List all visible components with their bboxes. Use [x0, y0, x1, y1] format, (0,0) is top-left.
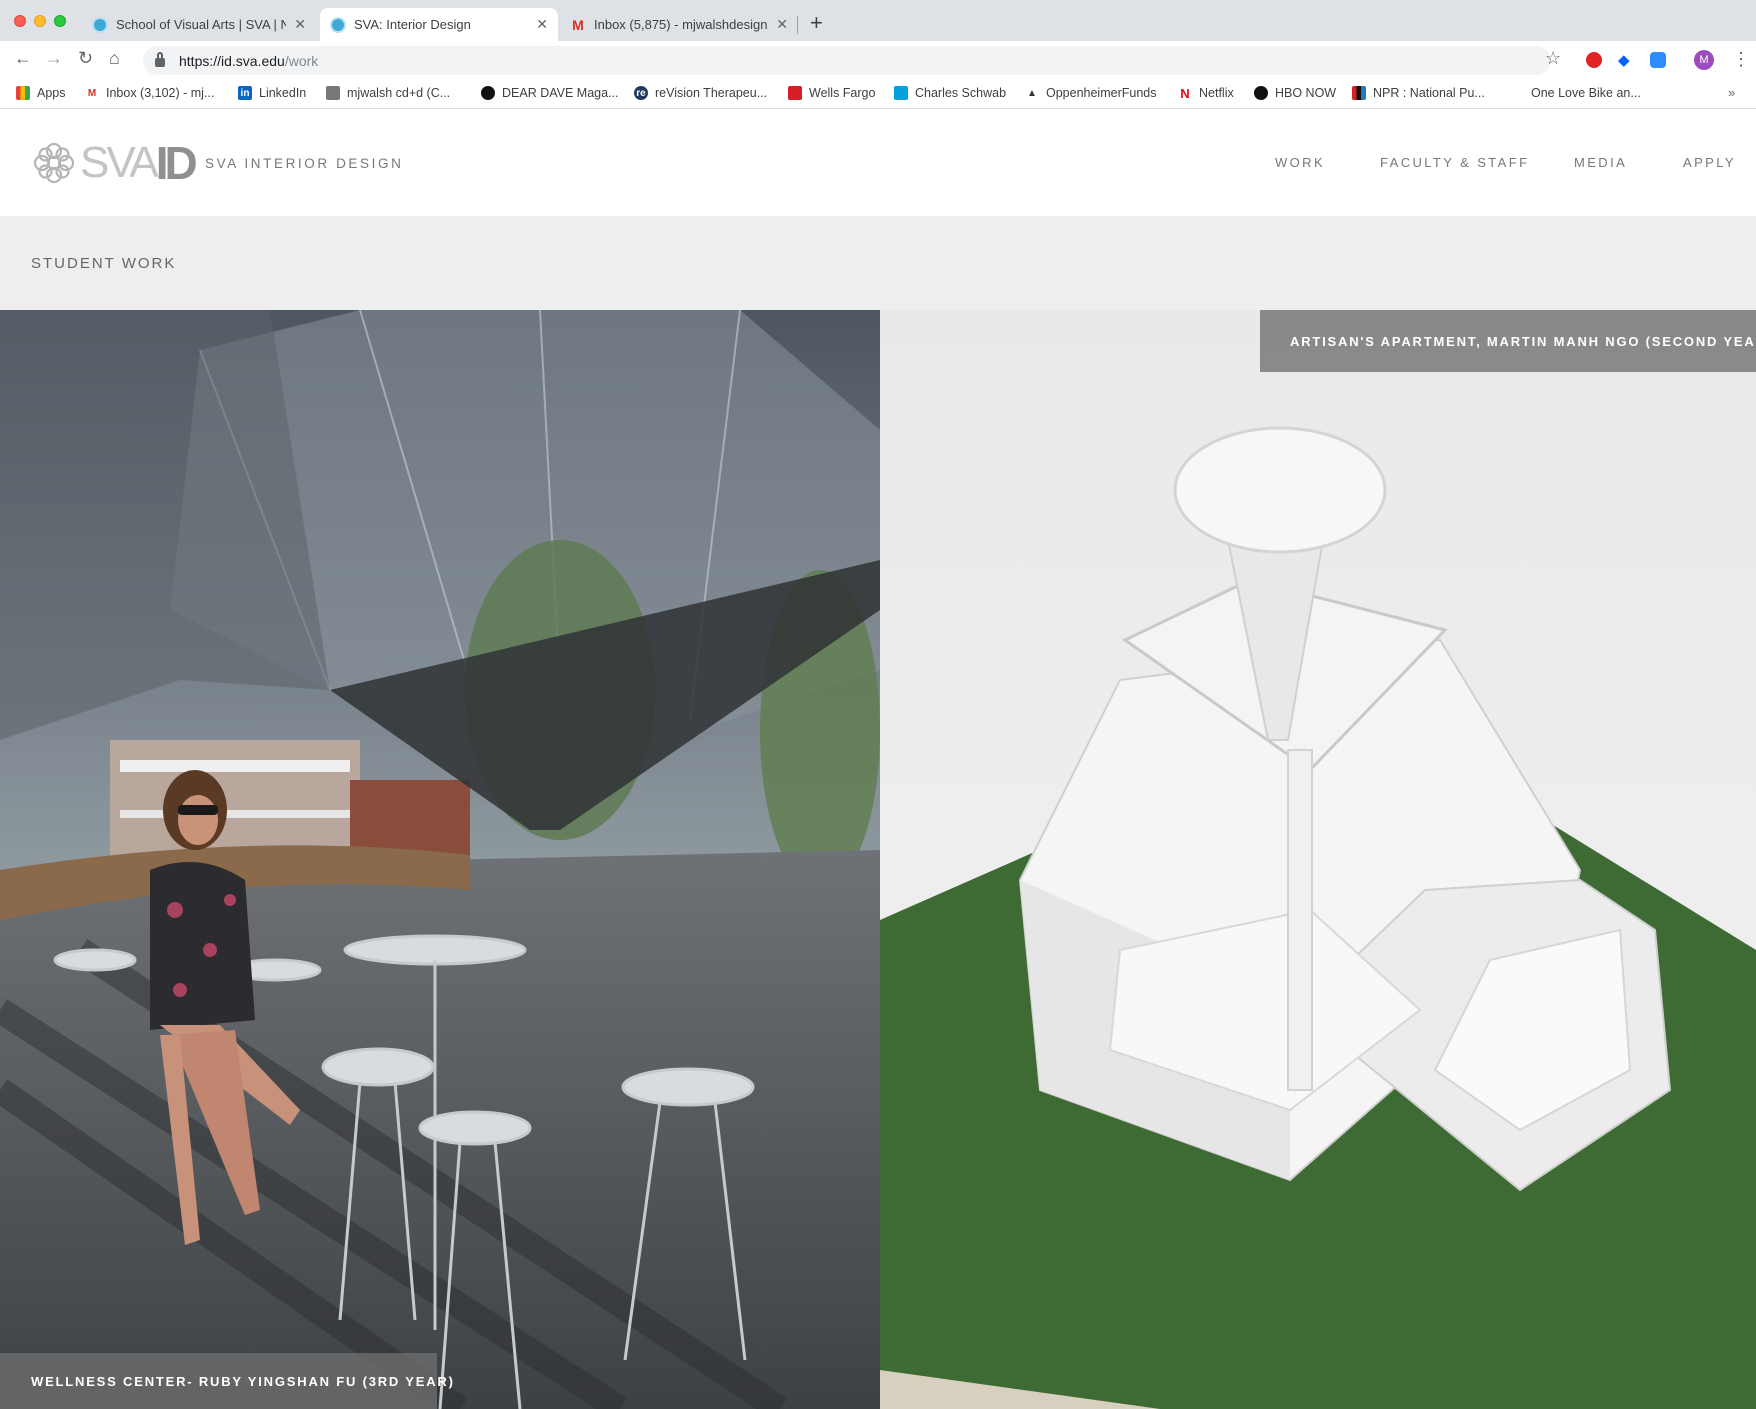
bookmark-label: Charles Schwab [915, 86, 1007, 100]
lock-icon [155, 52, 165, 67]
address-bar[interactable]: https://id.sva.edu/work [143, 46, 1551, 75]
bookmark-oppenheimer[interactable]: ▲ OppenheimerFunds [1025, 86, 1156, 100]
site-thumbnail-icon [326, 86, 340, 100]
back-arrow-icon[interactable]: ← [14, 48, 32, 69]
browser-tab-inbox[interactable]: M Inbox (5,875) - mjwalshdesign ✕ [560, 8, 798, 41]
nav-apply[interactable]: APPLY [1683, 155, 1736, 170]
home-icon[interactable]: ⌂ [109, 48, 120, 69]
artisans-apartment-model [880, 310, 1756, 1409]
bookmark-star-icon[interactable]: ☆ [1545, 48, 1561, 69]
browser-tab-interior-design[interactable]: SVA: Interior Design ✕ [320, 8, 558, 41]
bookmark-label: DEAR DAVE Maga... [502, 86, 619, 100]
bookmark-inbox[interactable]: M Inbox (3,102) - mj... [85, 86, 215, 100]
dropbox-extension-icon[interactable]: ◆ [1618, 51, 1630, 69]
bookmark-label: HBO NOW [1275, 86, 1337, 100]
bookmark-label: NPR : National Pu... [1373, 86, 1485, 100]
quote-icon [481, 86, 495, 100]
browser-menu-icon[interactable]: ⋮ [1732, 49, 1750, 70]
site-name: SVA INTERIOR DESIGN [205, 156, 404, 171]
bookmark-dear-dave[interactable]: DEAR DAVE Maga... [481, 86, 618, 100]
bookmark-label: reVision Therapeu... [655, 86, 768, 100]
bookmark-label: OppenheimerFunds [1046, 86, 1157, 100]
gmail-icon: M [87, 87, 97, 99]
close-window-button[interactable] [14, 15, 26, 27]
bookmark-wells-fargo[interactable]: Wells Fargo [788, 86, 875, 100]
reload-icon[interactable]: ↻ [78, 48, 93, 69]
forward-arrow-icon[interactable]: → [45, 48, 63, 69]
bookmark-apps[interactable]: Apps [16, 86, 66, 100]
bookmark-hbo-now[interactable]: HBO NOW [1254, 86, 1336, 100]
bookmark-label: Netflix [1199, 86, 1234, 100]
gmail-icon: M [572, 16, 584, 33]
artisans-apartment-caption: ARTISAN'S APARTMENT, MARTIN MANH NGO (SE… [1260, 310, 1756, 372]
bookmark-linkedin[interactable]: in LinkedIn [238, 86, 306, 100]
revision-icon: re [634, 86, 648, 100]
browser-toolbar: ← → ↻ ⌂ https://id.sva.edu/work ☆ ◆ M ⋮ [0, 41, 1756, 79]
bookmark-revision[interactable]: re reVision Therapeu... [634, 86, 767, 100]
bookmarks-bar: Apps M Inbox (3,102) - mj... in LinkedIn… [0, 79, 1756, 109]
zoom-extension-icon[interactable] [1650, 52, 1666, 68]
profile-avatar[interactable]: M [1694, 50, 1714, 70]
bookmark-label: LinkedIn [259, 86, 307, 100]
url-path: /work [284, 52, 319, 69]
bookmark-mjwalsh[interactable]: mjwalsh cd+d (C... [326, 86, 450, 100]
site-header: SVA ID SVA INTERIOR DESIGN WORK FACULTY … [0, 109, 1756, 216]
close-tab-icon[interactable]: ✕ [294, 16, 306, 33]
netflix-icon: N [1180, 85, 1190, 101]
bookmark-label: Apps [37, 86, 66, 100]
browser-tab-bar: School of Visual Arts | SVA | Ne ✕ SVA: … [0, 0, 1756, 41]
apps-grid-icon [16, 86, 30, 100]
bookmark-one-love[interactable]: One Love Bike an... [1531, 86, 1641, 100]
bookmark-charles-schwab[interactable]: Charles Schwab [894, 86, 1006, 100]
linkedin-icon: in [238, 86, 252, 100]
tab-title: School of Visual Arts | SVA | Ne [116, 17, 287, 32]
hbo-icon [1254, 86, 1268, 100]
page-title-band: STUDENT WORK [0, 216, 1756, 310]
logo-sva-text: SVA [80, 138, 159, 187]
bookmark-label: Wells Fargo [809, 86, 876, 100]
bookmark-label: One Love Bike an... [1531, 86, 1641, 100]
bookmark-label: Inbox (3,102) - mj... [106, 86, 215, 100]
nav-media[interactable]: MEDIA [1574, 155, 1627, 170]
nav-faculty-staff[interactable]: FACULTY & STAFF [1380, 155, 1529, 170]
sva-icon [92, 16, 108, 33]
close-tab-icon[interactable]: ✕ [776, 16, 788, 33]
wellness-center-image[interactable]: WELLNESS CENTER- RUBY YINGSHAN FU (3RD Y… [0, 310, 880, 1409]
bookmark-npr[interactable]: NPR : National Pu... [1352, 86, 1485, 100]
tab-title: Inbox (5,875) - mjwalshdesign [594, 17, 768, 32]
student-work-gallery: WELLNESS CENTER- RUBY YINGSHAN FU (3RD Y… [0, 310, 1756, 1409]
artisans-apartment-image[interactable]: ARTISAN'S APARTMENT, MARTIN MANH NGO (SE… [880, 310, 1756, 1409]
site-logo[interactable]: SVA ID [30, 137, 198, 189]
tab-separator [797, 16, 798, 34]
close-tab-icon[interactable]: ✕ [536, 16, 548, 33]
npr-icon [1352, 86, 1366, 100]
wellness-center-render [0, 310, 880, 1409]
oppenheimer-icon: ▲ [1027, 87, 1037, 99]
schwab-icon [894, 86, 908, 100]
flower-logo-icon [33, 142, 75, 184]
minimize-window-button[interactable] [34, 15, 46, 27]
wellness-center-caption: WELLNESS CENTER- RUBY YINGSHAN FU (3RD Y… [0, 1353, 453, 1409]
url-host: https://id.sva.edu [179, 52, 285, 69]
nav-work[interactable]: WORK [1275, 155, 1325, 170]
more-bookmarks-icon[interactable]: » [1728, 85, 1735, 100]
tab-title: SVA: Interior Design [354, 17, 471, 32]
browser-tab-sva-main[interactable]: School of Visual Arts | SVA | Ne ✕ [82, 8, 316, 41]
maximize-window-button[interactable] [54, 15, 66, 27]
adblock-extension-icon[interactable] [1586, 52, 1602, 68]
new-tab-button[interactable]: + [810, 10, 823, 36]
page-title: STUDENT WORK [31, 255, 177, 272]
bookmark-netflix[interactable]: N Netflix [1178, 85, 1234, 101]
logo-id-text: ID [155, 137, 198, 189]
wells-fargo-icon [788, 86, 802, 100]
sva-icon [330, 16, 346, 33]
bookmark-label: mjwalsh cd+d (C... [347, 86, 451, 100]
